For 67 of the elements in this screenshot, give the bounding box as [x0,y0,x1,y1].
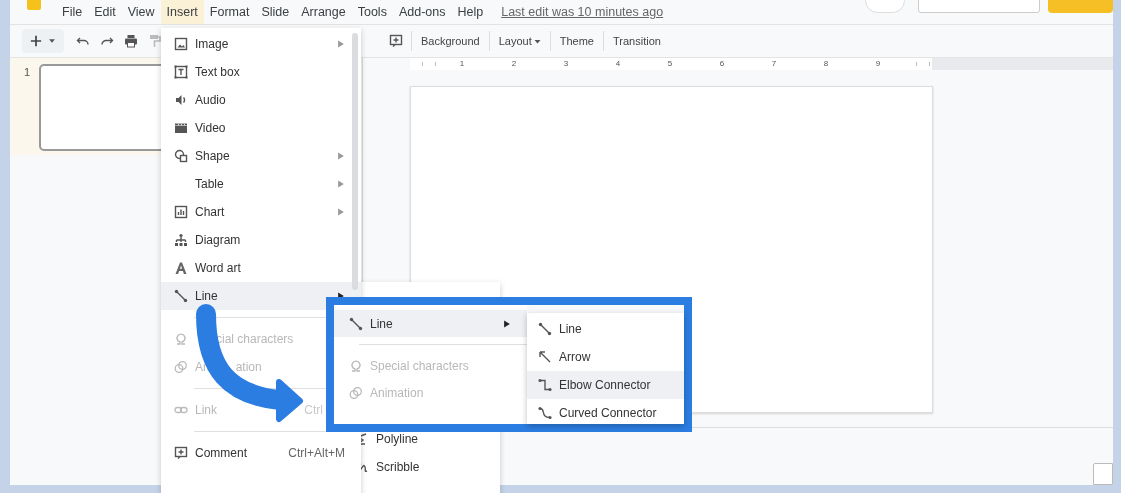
elbow-connector-icon [538,378,552,392]
menu-item[interactable]: Comment Ctrl+Alt+M [161,439,361,467]
add-comment-icon [174,446,188,460]
slide-number: 1 [24,65,31,80]
line-icon [174,289,188,303]
menu-item[interactable]: Line [527,315,684,343]
line-icon [538,322,552,336]
plus-icon [30,35,42,47]
toolbar-button[interactable]: Background [412,30,489,52]
ruler-label: 3 [562,59,570,68]
clapperboard-icon [174,121,188,135]
menu-item[interactable]: Line [334,310,527,337]
menu-item[interactable]: Curved Connector [527,399,684,427]
paint-format-icon[interactable] [148,34,162,48]
menu-item[interactable]: Diagram [161,226,361,254]
caret-icon [533,37,541,45]
menu-item[interactable]: Word art [161,254,361,282]
caret-icon [48,37,56,45]
menu-item[interactable]: Table [161,170,361,198]
menu-item[interactable]: Elbow Connector [527,371,684,399]
menu-item[interactable]: Format [203,0,256,24]
menu-item[interactable]: Line [161,282,361,310]
menu-item[interactable]: File [56,0,89,24]
menu-item[interactable]: Arrange [295,0,352,24]
omega-icon [174,332,188,346]
curved-connector-icon [538,406,552,420]
menu-item[interactable]: Arrow [527,343,684,371]
menu-item[interactable]: Insert [160,0,204,24]
shape-icon [174,149,188,163]
ruler-label: 6 [718,59,726,68]
menu-item[interactable]: Add-ons [392,0,452,24]
toolbar-button[interactable]: Theme [550,30,603,52]
menu-item[interactable]: Edit [88,0,122,24]
animation-icon [349,385,363,400]
ruler-label: 1 [458,59,466,68]
text-box-icon [174,65,188,79]
add-comment-icon[interactable] [389,34,403,48]
menu-item[interactable]: Chart [161,198,361,226]
menu-item[interactable]: Slide [255,0,296,24]
image-icon [174,37,188,51]
word-art-icon [174,261,188,275]
ruler-label: 2 [510,59,518,68]
explore-button[interactable] [1093,463,1113,485]
print-icon[interactable] [124,34,138,48]
menu-item[interactable]: Tools [351,0,393,24]
diagram-icon [174,233,188,247]
menu-item[interactable]: View [121,0,161,24]
menu-item[interactable]: Audio [161,86,361,114]
ruler-label: 4 [614,59,622,68]
menu-item[interactable]: Image [161,30,361,58]
menu-item[interactable]: Help [451,0,490,24]
speaker-icon [174,93,188,107]
ruler-label: 8 [822,59,830,68]
last-edit-link[interactable]: Last edit was 10 minutes ago [501,2,664,22]
omega-icon [349,358,363,373]
animation-icon [174,360,188,374]
arrow-icon [538,350,552,364]
line-icon [349,316,363,331]
toolbar-button[interactable]: Transition [604,30,670,52]
menu-item[interactable]: Video [161,114,361,142]
ruler-label: 9 [874,59,882,68]
ruler-label: 5 [666,59,674,68]
chart-icon [174,205,188,219]
menu-item[interactable]: Text box [161,58,361,86]
ruler-label: 7 [770,59,778,68]
toolbar-button[interactable]: Layout [489,30,550,52]
menu-item[interactable]: Shape [161,142,361,170]
